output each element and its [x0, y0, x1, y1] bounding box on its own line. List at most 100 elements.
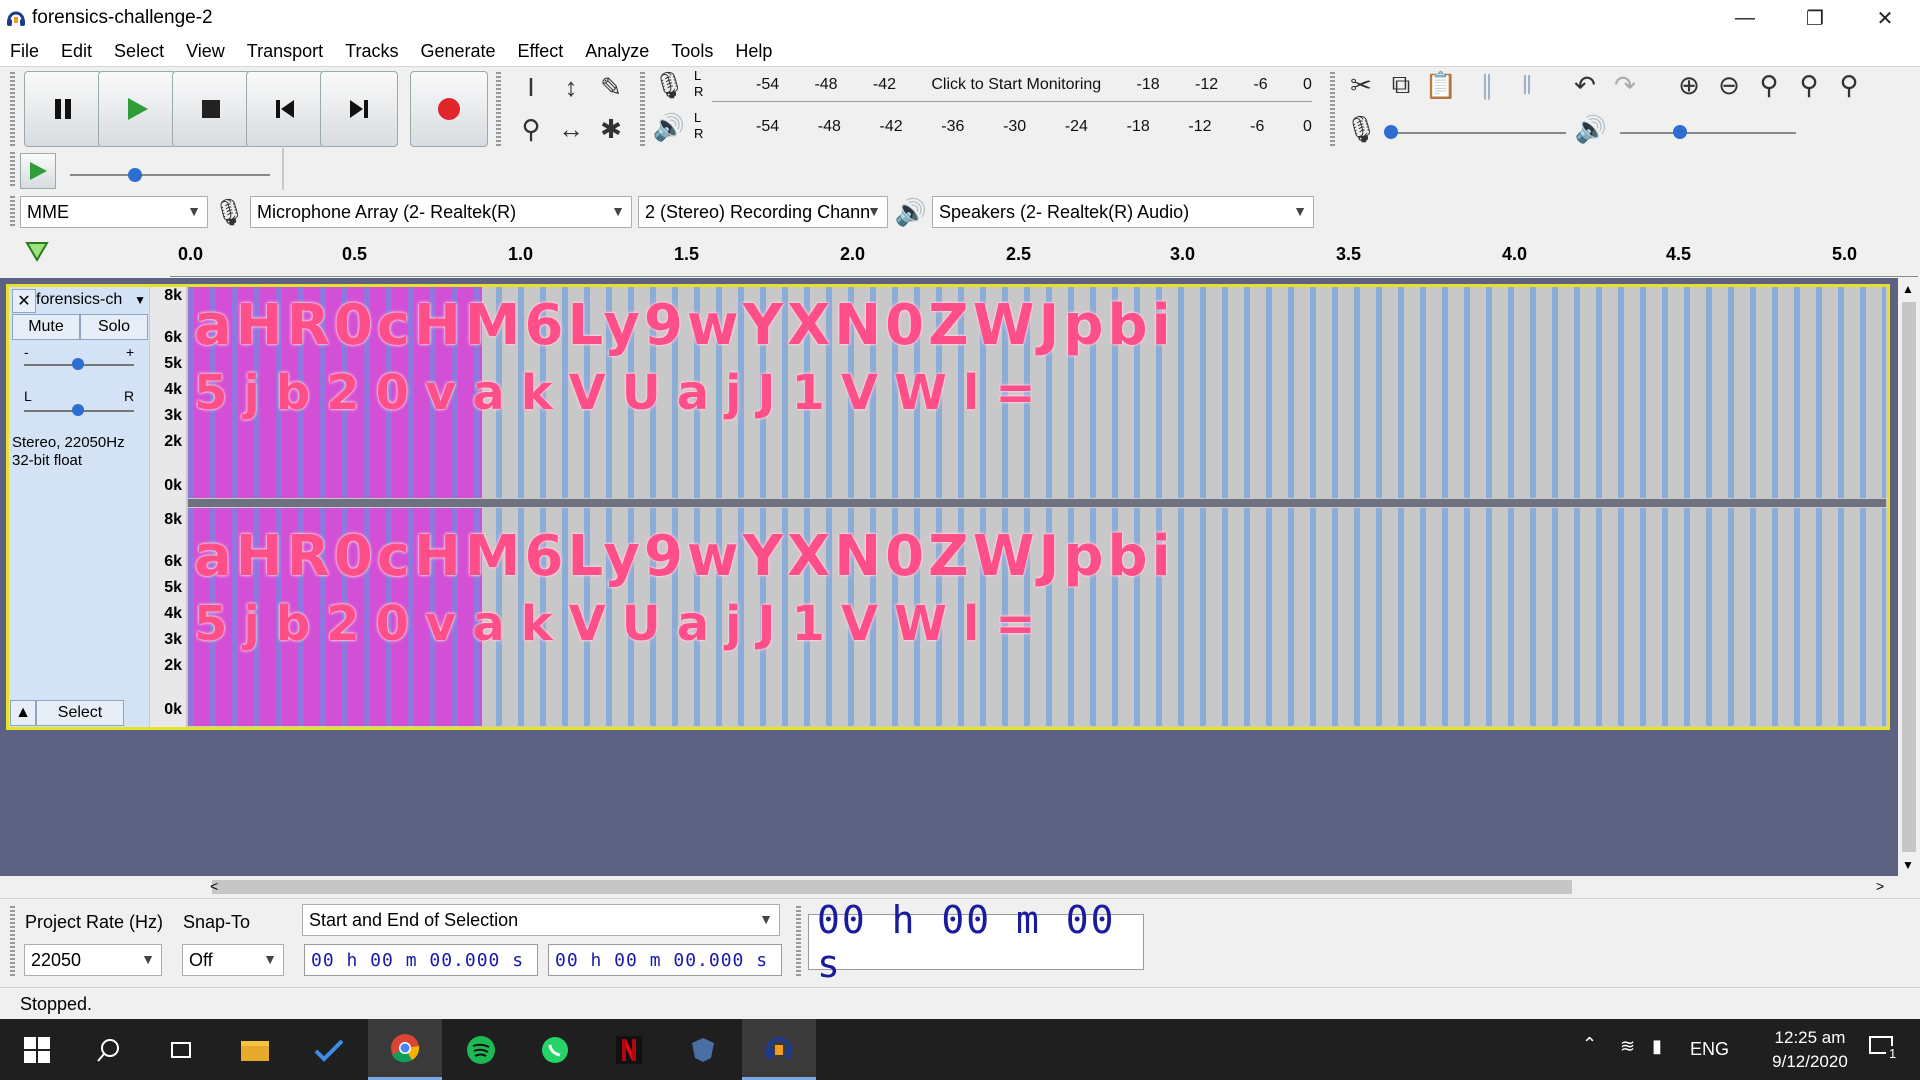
toolbar-grip[interactable]: [1330, 112, 1335, 142]
recording-device-select[interactable]: Microphone Array (2- Realtek(R) ▼: [250, 196, 632, 228]
menu-view[interactable]: View: [176, 41, 237, 62]
restore-button[interactable]: ❐: [1780, 0, 1850, 36]
recording-volume-slider[interactable]: [1390, 132, 1566, 134]
menu-transport[interactable]: Transport: [237, 41, 335, 62]
copy-icon[interactable]: ⧉: [1384, 68, 1418, 102]
multi-tool-icon[interactable]: ✱: [594, 112, 628, 146]
audio-host-select[interactable]: MME ▼: [20, 196, 208, 228]
time-shift-tool-icon[interactable]: ↔: [554, 112, 588, 146]
vertical-scrollbar[interactable]: ▲ ▼: [1898, 278, 1920, 876]
undo-icon[interactable]: ↶: [1568, 68, 1602, 102]
solo-button[interactable]: Solo: [80, 314, 148, 340]
scroll-left-icon[interactable]: <: [210, 878, 218, 894]
menu-tools[interactable]: Tools: [661, 41, 725, 62]
cut-icon[interactable]: ✂: [1344, 68, 1378, 102]
horizontal-scroll-thumb[interactable]: [212, 880, 1572, 894]
play-speed-thumb[interactable]: [128, 168, 142, 182]
fit-selection-icon[interactable]: ⚲: [1752, 68, 1786, 102]
toolbar-grip[interactable]: [640, 72, 645, 146]
scroll-up-icon[interactable]: ▲: [1902, 282, 1914, 296]
envelope-tool-icon[interactable]: ↕: [554, 70, 588, 104]
search-button[interactable]: [72, 1019, 146, 1080]
playback-meter[interactable]: -54 -48 -42 -36 -30 -24 -18 -12 -6 0: [756, 118, 1312, 136]
start-button[interactable]: [0, 1019, 74, 1080]
zoom-in-icon[interactable]: ⊕: [1672, 68, 1706, 102]
horizontal-scrollbar[interactable]: [188, 876, 1898, 898]
draw-tool-icon[interactable]: ✎: [594, 70, 628, 104]
play-button[interactable]: [98, 71, 176, 147]
playback-volume-slider[interactable]: [1620, 132, 1796, 134]
stop-button[interactable]: [172, 71, 250, 147]
toolbar-grip[interactable]: [10, 72, 15, 146]
scroll-down-icon[interactable]: ▼: [1902, 858, 1914, 872]
track-name-menu[interactable]: forensics-ch ▼: [36, 289, 148, 311]
spotify-button[interactable]: [444, 1019, 518, 1080]
record-button[interactable]: [410, 71, 488, 147]
toolbar-grip[interactable]: [496, 72, 501, 146]
skip-to-end-button[interactable]: [320, 71, 398, 147]
start-monitoring-label[interactable]: Click to Start Monitoring: [931, 76, 1101, 94]
audio-position-time[interactable]: 00 h 00 m 00 s: [808, 898, 1144, 986]
project-rate-select[interactable]: 22050 ▼: [24, 944, 162, 976]
menu-help[interactable]: Help: [725, 41, 784, 62]
toolbar-grip[interactable]: [10, 906, 15, 978]
play-speed-slider[interactable]: [70, 174, 270, 176]
speaker-icon[interactable]: 🔊: [652, 110, 686, 144]
timeline-ruler[interactable]: 0.0 0.5 1.0 1.5 2.0 2.5 3.0 3.5 4.0 4.5 …: [170, 236, 1918, 277]
gain-slider-thumb[interactable]: [72, 358, 84, 370]
selection-end-time[interactable]: 00 h 00 m 00.000 s: [548, 944, 782, 976]
clock[interactable]: 12:25 am 9/12/2020: [1750, 1026, 1870, 1074]
spectrogram-right-channel[interactable]: aHR0cHM6Ly9wYXN0ZWJpbi 5jb20vakVUajJ1VWl…: [188, 508, 1886, 726]
paste-icon[interactable]: 📋: [1424, 68, 1458, 102]
fit-project-icon[interactable]: ⚲: [1792, 68, 1826, 102]
selection-mode-select[interactable]: Start and End of Selection ▼: [302, 904, 780, 936]
notifications-button[interactable]: 1: [1868, 1034, 1902, 1064]
skip-to-start-button[interactable]: [246, 71, 324, 147]
security-app-button[interactable]: [666, 1019, 740, 1080]
snap-to-select[interactable]: Off ▼: [182, 944, 284, 976]
selection-tool-icon[interactable]: I: [514, 70, 548, 104]
trim-icon[interactable]: ∥: [1470, 68, 1504, 102]
menu-tracks[interactable]: Tracks: [335, 41, 410, 62]
menu-file[interactable]: File: [0, 41, 51, 62]
spectrogram-left-channel[interactable]: aHR0cHM6Ly9wYXN0ZWJpbi 5jb20vakVUajJ1VWl…: [188, 287, 1886, 498]
zoom-out-icon[interactable]: ⊖: [1712, 68, 1746, 102]
pause-button[interactable]: [24, 71, 102, 147]
minimize-button[interactable]: —: [1710, 0, 1780, 36]
file-explorer-button[interactable]: [218, 1019, 292, 1080]
zoom-tool-icon[interactable]: ⚲: [514, 112, 548, 146]
recording-volume-thumb[interactable]: [1384, 125, 1398, 139]
menu-analyze[interactable]: Analyze: [575, 41, 661, 62]
play-at-speed-button[interactable]: [20, 153, 56, 189]
recording-channels-select[interactable]: 2 (Stereo) Recording Chann ▼: [638, 196, 888, 228]
menu-effect[interactable]: Effect: [508, 41, 576, 62]
toolbar-grip[interactable]: [10, 152, 15, 186]
netflix-button[interactable]: [592, 1019, 666, 1080]
playback-device-select[interactable]: Speakers (2- Realtek(R) Audio) ▼: [932, 196, 1314, 228]
chrome-button[interactable]: [368, 1019, 442, 1080]
menu-select[interactable]: Select: [104, 41, 176, 62]
collapse-track-button[interactable]: ▲: [10, 700, 36, 726]
menu-generate[interactable]: Generate: [410, 41, 507, 62]
scroll-right-icon[interactable]: >: [1876, 878, 1884, 894]
silence-icon[interactable]: ‖: [1510, 68, 1544, 102]
menu-edit[interactable]: Edit: [51, 41, 104, 62]
whatsapp-button[interactable]: [518, 1019, 592, 1080]
timeline-options-icon[interactable]: [24, 240, 50, 269]
audacity-taskbar-button[interactable]: [742, 1019, 816, 1080]
record-meter[interactable]: -54 -48 -42 Click to Start Monitoring -1…: [756, 76, 1312, 94]
show-hidden-icons-icon[interactable]: ⌃: [1582, 1034, 1597, 1055]
select-track-button[interactable]: Select: [36, 700, 124, 726]
todo-app-button[interactable]: [292, 1019, 366, 1080]
wifi-icon[interactable]: ≋: [1620, 1036, 1635, 1057]
redo-icon[interactable]: ↷: [1608, 68, 1642, 102]
mute-button[interactable]: Mute: [12, 314, 80, 340]
battery-icon[interactable]: ▮: [1652, 1036, 1662, 1057]
frequency-scale[interactable]: 8k 6k 5k 4k 3k 2k 0k 8k 6k 5k 4k 3k 2k 0…: [150, 287, 186, 727]
zoom-toggle-icon[interactable]: ⚲: [1832, 68, 1866, 102]
selection-start-time[interactable]: 00 h 00 m 00.000 s: [304, 944, 538, 976]
close-button[interactable]: ✕: [1850, 0, 1920, 36]
task-view-button[interactable]: [144, 1019, 218, 1080]
toolbar-grip[interactable]: [796, 906, 801, 978]
language-indicator[interactable]: ENG: [1690, 1039, 1729, 1060]
